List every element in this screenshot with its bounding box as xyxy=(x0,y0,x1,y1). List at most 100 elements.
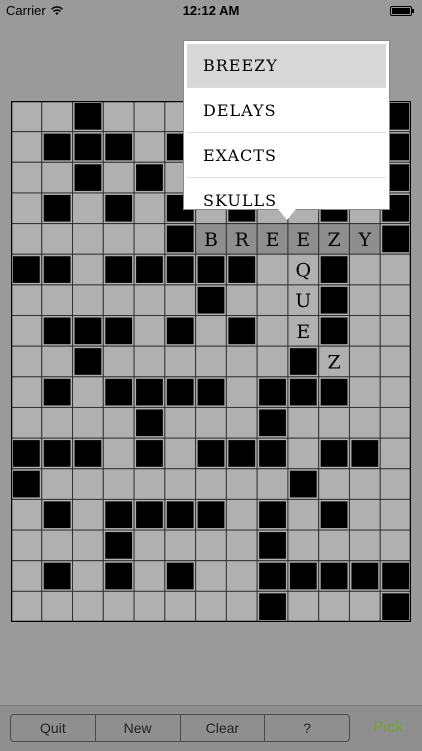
grid-cell[interactable] xyxy=(133,101,166,133)
grid-cell[interactable] xyxy=(72,590,104,622)
grid-cell[interactable] xyxy=(41,529,74,562)
grid-cell[interactable] xyxy=(379,315,411,347)
grid-cell[interactable] xyxy=(11,101,43,133)
grid-cell[interactable] xyxy=(195,560,227,592)
grid-cell[interactable] xyxy=(164,284,197,317)
grid-cell[interactable] xyxy=(72,253,104,286)
grid-cell[interactable] xyxy=(225,376,258,408)
grid-cell[interactable] xyxy=(287,529,320,562)
word-option[interactable]: SKULLS xyxy=(187,179,386,209)
grid-cell[interactable] xyxy=(41,101,74,133)
grid-cell[interactable] xyxy=(72,529,104,562)
grid-cell[interactable] xyxy=(348,498,381,531)
grid-cell[interactable] xyxy=(225,498,258,531)
grid-cell[interactable] xyxy=(164,406,197,439)
grid-cell[interactable] xyxy=(102,437,135,470)
grid-cell[interactable] xyxy=(72,406,104,439)
grid-cell[interactable] xyxy=(164,529,197,562)
grid-cell[interactable] xyxy=(102,101,135,133)
grid-cell[interactable] xyxy=(164,590,197,622)
word-option[interactable]: BREEZY xyxy=(187,44,386,88)
grid-cell[interactable] xyxy=(11,345,43,378)
grid-cell[interactable] xyxy=(318,468,350,500)
grid-cell[interactable] xyxy=(11,590,43,622)
grid-cell[interactable] xyxy=(11,161,43,194)
grid-cell[interactable] xyxy=(287,406,320,439)
grid-cell[interactable] xyxy=(379,345,411,378)
grid-cell[interactable] xyxy=(225,284,258,317)
grid-cell[interactable] xyxy=(41,284,74,317)
grid-cell[interactable] xyxy=(133,468,166,500)
grid-cell[interactable] xyxy=(195,529,227,562)
grid-cell[interactable] xyxy=(11,223,43,255)
grid-cell[interactable] xyxy=(133,345,166,378)
grid-cell[interactable] xyxy=(72,192,104,225)
grid-cell[interactable] xyxy=(348,376,381,408)
grid-cell[interactable] xyxy=(225,468,258,500)
grid-cell[interactable] xyxy=(318,406,350,439)
pick-button[interactable]: Pick xyxy=(368,714,408,742)
grid-cell[interactable] xyxy=(225,590,258,622)
grid-cell[interactable] xyxy=(379,437,411,470)
grid-cell[interactable] xyxy=(133,284,166,317)
grid-cell[interactable] xyxy=(379,468,411,500)
grid-cell[interactable] xyxy=(164,345,197,378)
grid-cell[interactable] xyxy=(256,315,289,347)
grid-cell[interactable] xyxy=(348,590,381,622)
grid-cell[interactable] xyxy=(195,315,227,347)
grid-cell[interactable] xyxy=(133,529,166,562)
grid-cell[interactable] xyxy=(348,406,381,439)
grid-cell[interactable] xyxy=(379,284,411,317)
grid-cell[interactable] xyxy=(72,376,104,408)
grid-cell[interactable] xyxy=(41,161,74,194)
grid-cell[interactable] xyxy=(225,345,258,378)
quit-button[interactable]: Quit xyxy=(11,715,96,741)
grid-cell[interactable] xyxy=(348,284,381,317)
grid-cell[interactable] xyxy=(348,529,381,562)
grid-cell[interactable] xyxy=(11,284,43,317)
grid-cell[interactable] xyxy=(41,590,74,622)
grid-cell[interactable] xyxy=(195,590,227,622)
grid-cell[interactable] xyxy=(41,223,74,255)
grid-cell[interactable] xyxy=(102,468,135,500)
grid-cell[interactable] xyxy=(41,406,74,439)
grid-cell[interactable] xyxy=(72,560,104,592)
grid-cell[interactable] xyxy=(102,284,135,317)
clear-button[interactable]: Clear xyxy=(181,715,266,741)
grid-cell[interactable] xyxy=(102,223,135,255)
grid-cell[interactable] xyxy=(72,223,104,255)
grid-cell[interactable] xyxy=(287,498,320,531)
grid-cell[interactable] xyxy=(164,468,197,500)
new-button[interactable]: New xyxy=(96,715,181,741)
grid-cell[interactable] xyxy=(102,406,135,439)
grid-cell[interactable] xyxy=(256,345,289,378)
grid-cell[interactable] xyxy=(11,529,43,562)
grid-cell[interactable] xyxy=(256,468,289,500)
grid-cell[interactable] xyxy=(287,437,320,470)
word-option[interactable]: EXACTS xyxy=(187,134,386,178)
grid-cell[interactable] xyxy=(102,345,135,378)
word-picker-popup[interactable]: BREEZY DELAYS EXACTS SKULLS xyxy=(183,40,390,210)
grid-cell[interactable] xyxy=(133,192,166,225)
grid-cell[interactable] xyxy=(133,560,166,592)
word-option[interactable]: DELAYS xyxy=(187,89,386,133)
grid-cell[interactable] xyxy=(379,376,411,408)
grid-cell[interactable] xyxy=(379,498,411,531)
grid-cell[interactable] xyxy=(348,468,381,500)
grid-cell[interactable] xyxy=(11,498,43,531)
grid-cell[interactable] xyxy=(318,590,350,622)
grid-cell[interactable] xyxy=(11,315,43,347)
grid-cell[interactable] xyxy=(72,284,104,317)
grid-cell[interactable] xyxy=(133,131,166,163)
grid-cell[interactable] xyxy=(11,376,43,408)
grid-cell[interactable] xyxy=(225,529,258,562)
grid-cell[interactable] xyxy=(256,284,289,317)
grid-cell[interactable] xyxy=(348,345,381,378)
grid-cell[interactable] xyxy=(11,131,43,163)
grid-cell[interactable] xyxy=(102,161,135,194)
grid-cell[interactable] xyxy=(102,590,135,622)
grid-cell[interactable] xyxy=(348,315,381,347)
grid-cell[interactable] xyxy=(256,253,289,286)
grid-cell[interactable] xyxy=(72,498,104,531)
grid-cell[interactable] xyxy=(133,223,166,255)
